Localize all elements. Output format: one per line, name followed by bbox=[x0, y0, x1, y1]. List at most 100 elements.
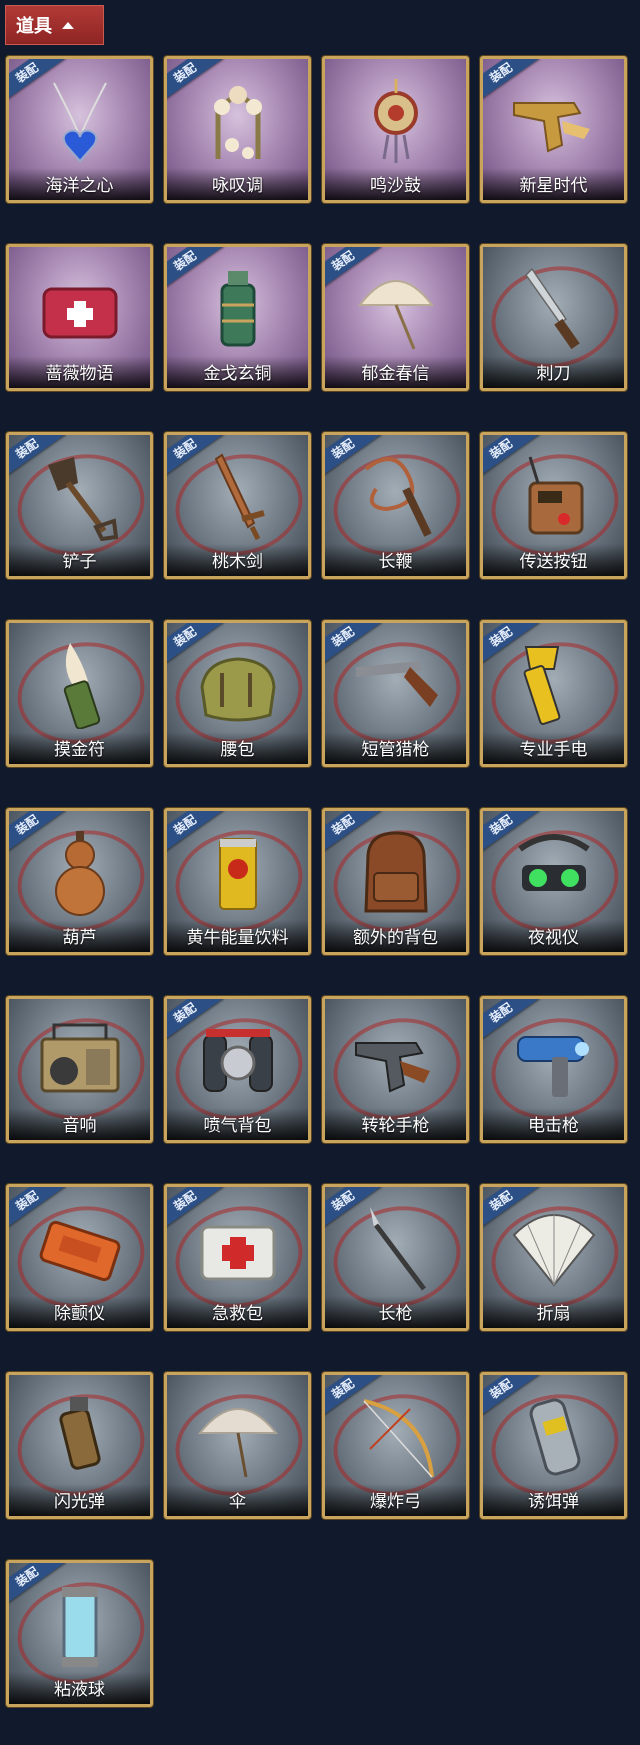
item-card[interactable]: 装配 急救包 bbox=[164, 1184, 311, 1331]
item-card[interactable]: 装配 粘液球 bbox=[6, 1560, 153, 1707]
spear-icon bbox=[325, 1197, 466, 1297]
item-name: 腰包 bbox=[167, 732, 308, 764]
bow-icon bbox=[325, 1385, 466, 1485]
item-name: 郁金春信 bbox=[325, 356, 466, 388]
item-name: 电击枪 bbox=[483, 1108, 624, 1140]
item-name: 短管猎枪 bbox=[325, 732, 466, 764]
item-card[interactable]: 装配 葫芦 bbox=[6, 808, 153, 955]
defibrillator-icon bbox=[9, 1197, 150, 1297]
item-card[interactable]: 闪光弹 bbox=[6, 1372, 153, 1519]
item-card[interactable]: 装配 铲子 bbox=[6, 432, 153, 579]
item-card[interactable]: 装配 短管猎枪 bbox=[322, 620, 469, 767]
item-name: 音响 bbox=[9, 1108, 150, 1140]
item-name: 急救包 bbox=[167, 1296, 308, 1328]
item-name: 伞 bbox=[167, 1484, 308, 1516]
shotgun-icon bbox=[325, 633, 466, 733]
item-name: 传送按钮 bbox=[483, 544, 624, 576]
item-name: 长鞭 bbox=[325, 544, 466, 576]
shovel-icon bbox=[9, 445, 150, 545]
item-name: 爆炸弓 bbox=[325, 1484, 466, 1516]
umbrella-icon bbox=[167, 1385, 308, 1485]
item-card[interactable]: 装配 咏叹调 bbox=[164, 56, 311, 203]
item-card[interactable]: 装配 爆炸弓 bbox=[322, 1372, 469, 1519]
item-name: 除颤仪 bbox=[9, 1296, 150, 1328]
item-name: 鸣沙鼓 bbox=[325, 168, 466, 200]
night-vision-icon bbox=[483, 821, 624, 921]
item-card[interactable]: 蔷薇物语 bbox=[6, 244, 153, 391]
items-category-tab[interactable]: 道具 bbox=[5, 5, 104, 45]
item-name: 新星时代 bbox=[483, 168, 624, 200]
item-card[interactable]: 转轮手枪 bbox=[322, 996, 469, 1143]
folding-fan-icon bbox=[483, 1197, 624, 1297]
grenade-bronze-icon bbox=[167, 257, 308, 357]
item-grid: 装配 海洋之心 装配 咏叹调 鸣沙鼓 装配 新星时代蔷薇物语 装配 金戈玄铜 装配 郁金春信 刺刀装配… bbox=[6, 56, 627, 1707]
flower-arch-icon bbox=[167, 69, 308, 169]
item-name: 专业手电 bbox=[483, 732, 624, 764]
item-name: 海洋之心 bbox=[9, 168, 150, 200]
item-card[interactable]: 装配 郁金春信 bbox=[322, 244, 469, 391]
item-card[interactable]: 装配 桃木剑 bbox=[164, 432, 311, 579]
item-name: 咏叹调 bbox=[167, 168, 308, 200]
slime-vial-icon bbox=[9, 1573, 150, 1673]
item-name: 黄牛能量饮料 bbox=[167, 920, 308, 952]
item-card[interactable]: 装配 海洋之心 bbox=[6, 56, 153, 203]
item-card[interactable]: 装配 夜视仪 bbox=[480, 808, 627, 955]
item-card[interactable]: 装配 黄牛能量饮料 bbox=[164, 808, 311, 955]
teleport-remote-icon bbox=[483, 445, 624, 545]
item-name: 夜视仪 bbox=[483, 920, 624, 952]
item-card[interactable]: 装配 金戈玄铜 bbox=[164, 244, 311, 391]
parasol-icon bbox=[325, 257, 466, 357]
item-name: 摸金符 bbox=[9, 732, 150, 764]
decoy-canister-icon bbox=[483, 1385, 624, 1485]
gourd-icon bbox=[9, 821, 150, 921]
item-card[interactable]: 装配 折扇 bbox=[480, 1184, 627, 1331]
item-card[interactable]: 装配 除颤仪 bbox=[6, 1184, 153, 1331]
item-name: 金戈玄铜 bbox=[167, 356, 308, 388]
item-card[interactable]: 摸金符 bbox=[6, 620, 153, 767]
heart-necklace-icon bbox=[9, 69, 150, 169]
item-card[interactable]: 装配 诱饵弹 bbox=[480, 1372, 627, 1519]
taser-gun-icon bbox=[483, 1009, 624, 1109]
boombox-icon bbox=[9, 1009, 150, 1109]
item-name: 诱饵弹 bbox=[483, 1484, 624, 1516]
revolver-icon bbox=[325, 1009, 466, 1109]
item-card[interactable]: 装配 长鞭 bbox=[322, 432, 469, 579]
wood-sword-icon bbox=[167, 445, 308, 545]
flashbang-icon bbox=[9, 1385, 150, 1485]
energy-can-icon bbox=[167, 821, 308, 921]
revolver-gold-icon bbox=[483, 69, 624, 169]
item-name: 铲子 bbox=[9, 544, 150, 576]
flashlight-icon bbox=[483, 633, 624, 733]
item-card[interactable]: 装配 电击枪 bbox=[480, 996, 627, 1143]
item-name: 长枪 bbox=[325, 1296, 466, 1328]
category-title: 道具 bbox=[16, 16, 52, 37]
item-card[interactable]: 装配 长枪 bbox=[322, 1184, 469, 1331]
tooth-amulet-icon bbox=[9, 633, 150, 733]
item-card[interactable]: 装配 喷气背包 bbox=[164, 996, 311, 1143]
knife-icon bbox=[483, 257, 624, 357]
first-aid-kit-icon bbox=[167, 1197, 308, 1297]
item-card[interactable]: 刺刀 bbox=[480, 244, 627, 391]
item-name: 转轮手枪 bbox=[325, 1108, 466, 1140]
item-card[interactable]: 装配 专业手电 bbox=[480, 620, 627, 767]
item-name: 闪光弹 bbox=[9, 1484, 150, 1516]
medkit-box-icon bbox=[9, 257, 150, 357]
item-name: 蔷薇物语 bbox=[9, 356, 150, 388]
item-card[interactable]: 装配 额外的背包 bbox=[322, 808, 469, 955]
chevron-up-icon bbox=[62, 21, 74, 29]
item-card[interactable]: 装配 传送按钮 bbox=[480, 432, 627, 579]
item-card[interactable]: 装配 新星时代 bbox=[480, 56, 627, 203]
item-name: 额外的背包 bbox=[325, 920, 466, 952]
jetpack-icon bbox=[167, 1009, 308, 1109]
item-name: 粘液球 bbox=[9, 1672, 150, 1704]
item-name: 刺刀 bbox=[483, 356, 624, 388]
whip-icon bbox=[325, 445, 466, 545]
backpack-icon bbox=[325, 821, 466, 921]
waist-bag-icon bbox=[167, 633, 308, 733]
item-card[interactable]: 音响 bbox=[6, 996, 153, 1143]
item-card[interactable]: 鸣沙鼓 bbox=[322, 56, 469, 203]
item-card[interactable]: 伞 bbox=[164, 1372, 311, 1519]
item-name: 折扇 bbox=[483, 1296, 624, 1328]
drum-pendant-icon bbox=[325, 69, 466, 169]
item-card[interactable]: 装配 腰包 bbox=[164, 620, 311, 767]
